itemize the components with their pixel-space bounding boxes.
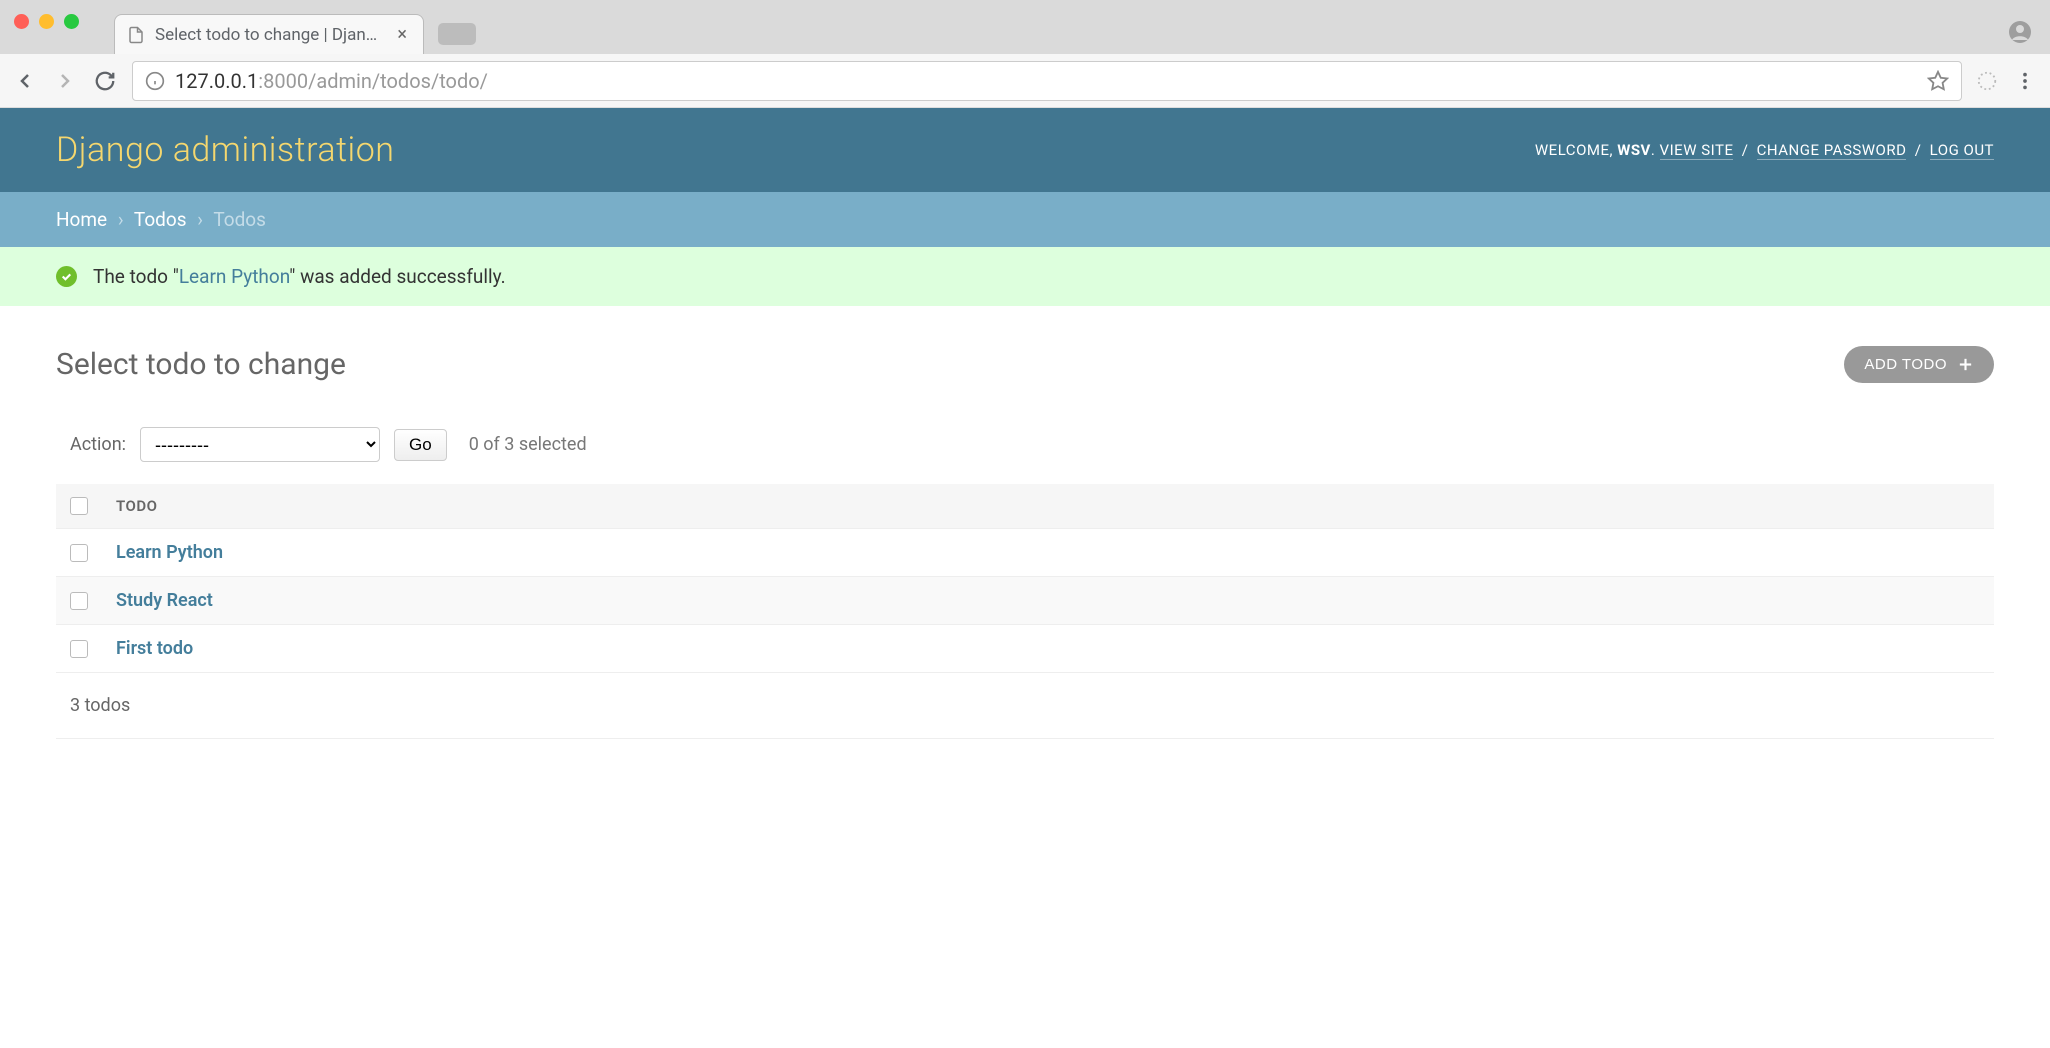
menu-button[interactable] bbox=[2012, 68, 2038, 94]
close-tab-button[interactable]: × bbox=[393, 24, 411, 45]
extension-icon[interactable] bbox=[1976, 70, 1998, 92]
user-tools: WELCOME, WSV. VIEW SITE / CHANGE PASSWOR… bbox=[1535, 141, 1994, 159]
message-suffix: " was added successfully. bbox=[289, 265, 505, 288]
logout-link[interactable]: LOG OUT bbox=[1930, 141, 1994, 160]
site-info-icon[interactable] bbox=[145, 71, 165, 91]
browser-tab-strip: Select todo to change | Djangc × bbox=[0, 0, 2050, 54]
table-row: First todo bbox=[56, 625, 1994, 673]
address-bar[interactable]: 127.0.0.1:8000/admin/todos/todo/ bbox=[132, 61, 1962, 101]
table-row: Study React bbox=[56, 577, 1994, 625]
add-button-label: ADD TODO bbox=[1864, 356, 1947, 373]
row-title-link[interactable]: First todo bbox=[116, 638, 193, 659]
close-window-button[interactable] bbox=[14, 14, 29, 29]
maximize-window-button[interactable] bbox=[64, 14, 79, 29]
site-title: Django administration bbox=[56, 130, 394, 170]
back-button[interactable] bbox=[12, 68, 38, 94]
message-object-link[interactable]: Learn Python bbox=[179, 265, 289, 288]
browser-tab[interactable]: Select todo to change | Djangc × bbox=[114, 14, 424, 54]
address-bar-row: 127.0.0.1:8000/admin/todos/todo/ bbox=[0, 54, 2050, 108]
row-checkbox[interactable] bbox=[70, 592, 88, 610]
add-todo-button[interactable]: ADD TODO bbox=[1844, 346, 1994, 383]
window-controls bbox=[14, 14, 79, 29]
url-text: 127.0.0.1:8000/admin/todos/todo/ bbox=[175, 69, 488, 93]
success-check-icon bbox=[56, 266, 77, 287]
paginator: 3 todos bbox=[56, 673, 1994, 739]
success-message: The todo "Learn Python" was added succes… bbox=[0, 247, 2050, 306]
reload-button[interactable] bbox=[92, 68, 118, 94]
actions-bar: Action: --------- Go 0 of 3 selected bbox=[56, 427, 1994, 484]
minimize-window-button[interactable] bbox=[39, 14, 54, 29]
selection-count: 0 of 3 selected bbox=[469, 434, 587, 455]
welcome-text: WELCOME, bbox=[1535, 141, 1617, 159]
message-prefix: The todo " bbox=[93, 265, 179, 288]
breadcrumb-app[interactable]: Todos bbox=[134, 208, 187, 231]
table-row: Learn Python bbox=[56, 529, 1994, 577]
row-checkbox[interactable] bbox=[70, 640, 88, 658]
changelist-table: TODO Learn Python Study React First todo bbox=[56, 484, 1994, 673]
go-button[interactable]: Go bbox=[394, 429, 447, 461]
row-title-link[interactable]: Study React bbox=[116, 590, 213, 611]
breadcrumb: Home › Todos › Todos bbox=[0, 192, 2050, 247]
breadcrumb-home[interactable]: Home bbox=[56, 208, 107, 231]
row-title-link[interactable]: Learn Python bbox=[116, 542, 223, 563]
row-checkbox[interactable] bbox=[70, 544, 88, 562]
new-tab-button[interactable] bbox=[438, 23, 476, 45]
breadcrumb-current: Todos bbox=[213, 208, 266, 231]
tab-title: Select todo to change | Djangc bbox=[155, 25, 383, 45]
admin-header: Django administration WELCOME, WSV. VIEW… bbox=[0, 108, 2050, 192]
content-area: Select todo to change ADD TODO Action: -… bbox=[0, 306, 2050, 779]
bookmark-star-icon[interactable] bbox=[1927, 70, 1949, 92]
column-header-todo[interactable]: TODO bbox=[102, 484, 1994, 529]
action-label: Action: bbox=[70, 434, 126, 455]
select-all-checkbox[interactable] bbox=[70, 497, 88, 515]
view-site-link[interactable]: VIEW SITE bbox=[1660, 141, 1734, 160]
plus-icon bbox=[1957, 356, 1974, 373]
action-select[interactable]: --------- bbox=[140, 427, 380, 462]
page-title: Select todo to change bbox=[56, 347, 346, 382]
username: WSV bbox=[1617, 141, 1651, 159]
file-icon bbox=[127, 26, 145, 44]
account-icon[interactable] bbox=[2008, 20, 2032, 44]
change-password-link[interactable]: CHANGE PASSWORD bbox=[1757, 141, 1907, 160]
forward-button[interactable] bbox=[52, 68, 78, 94]
